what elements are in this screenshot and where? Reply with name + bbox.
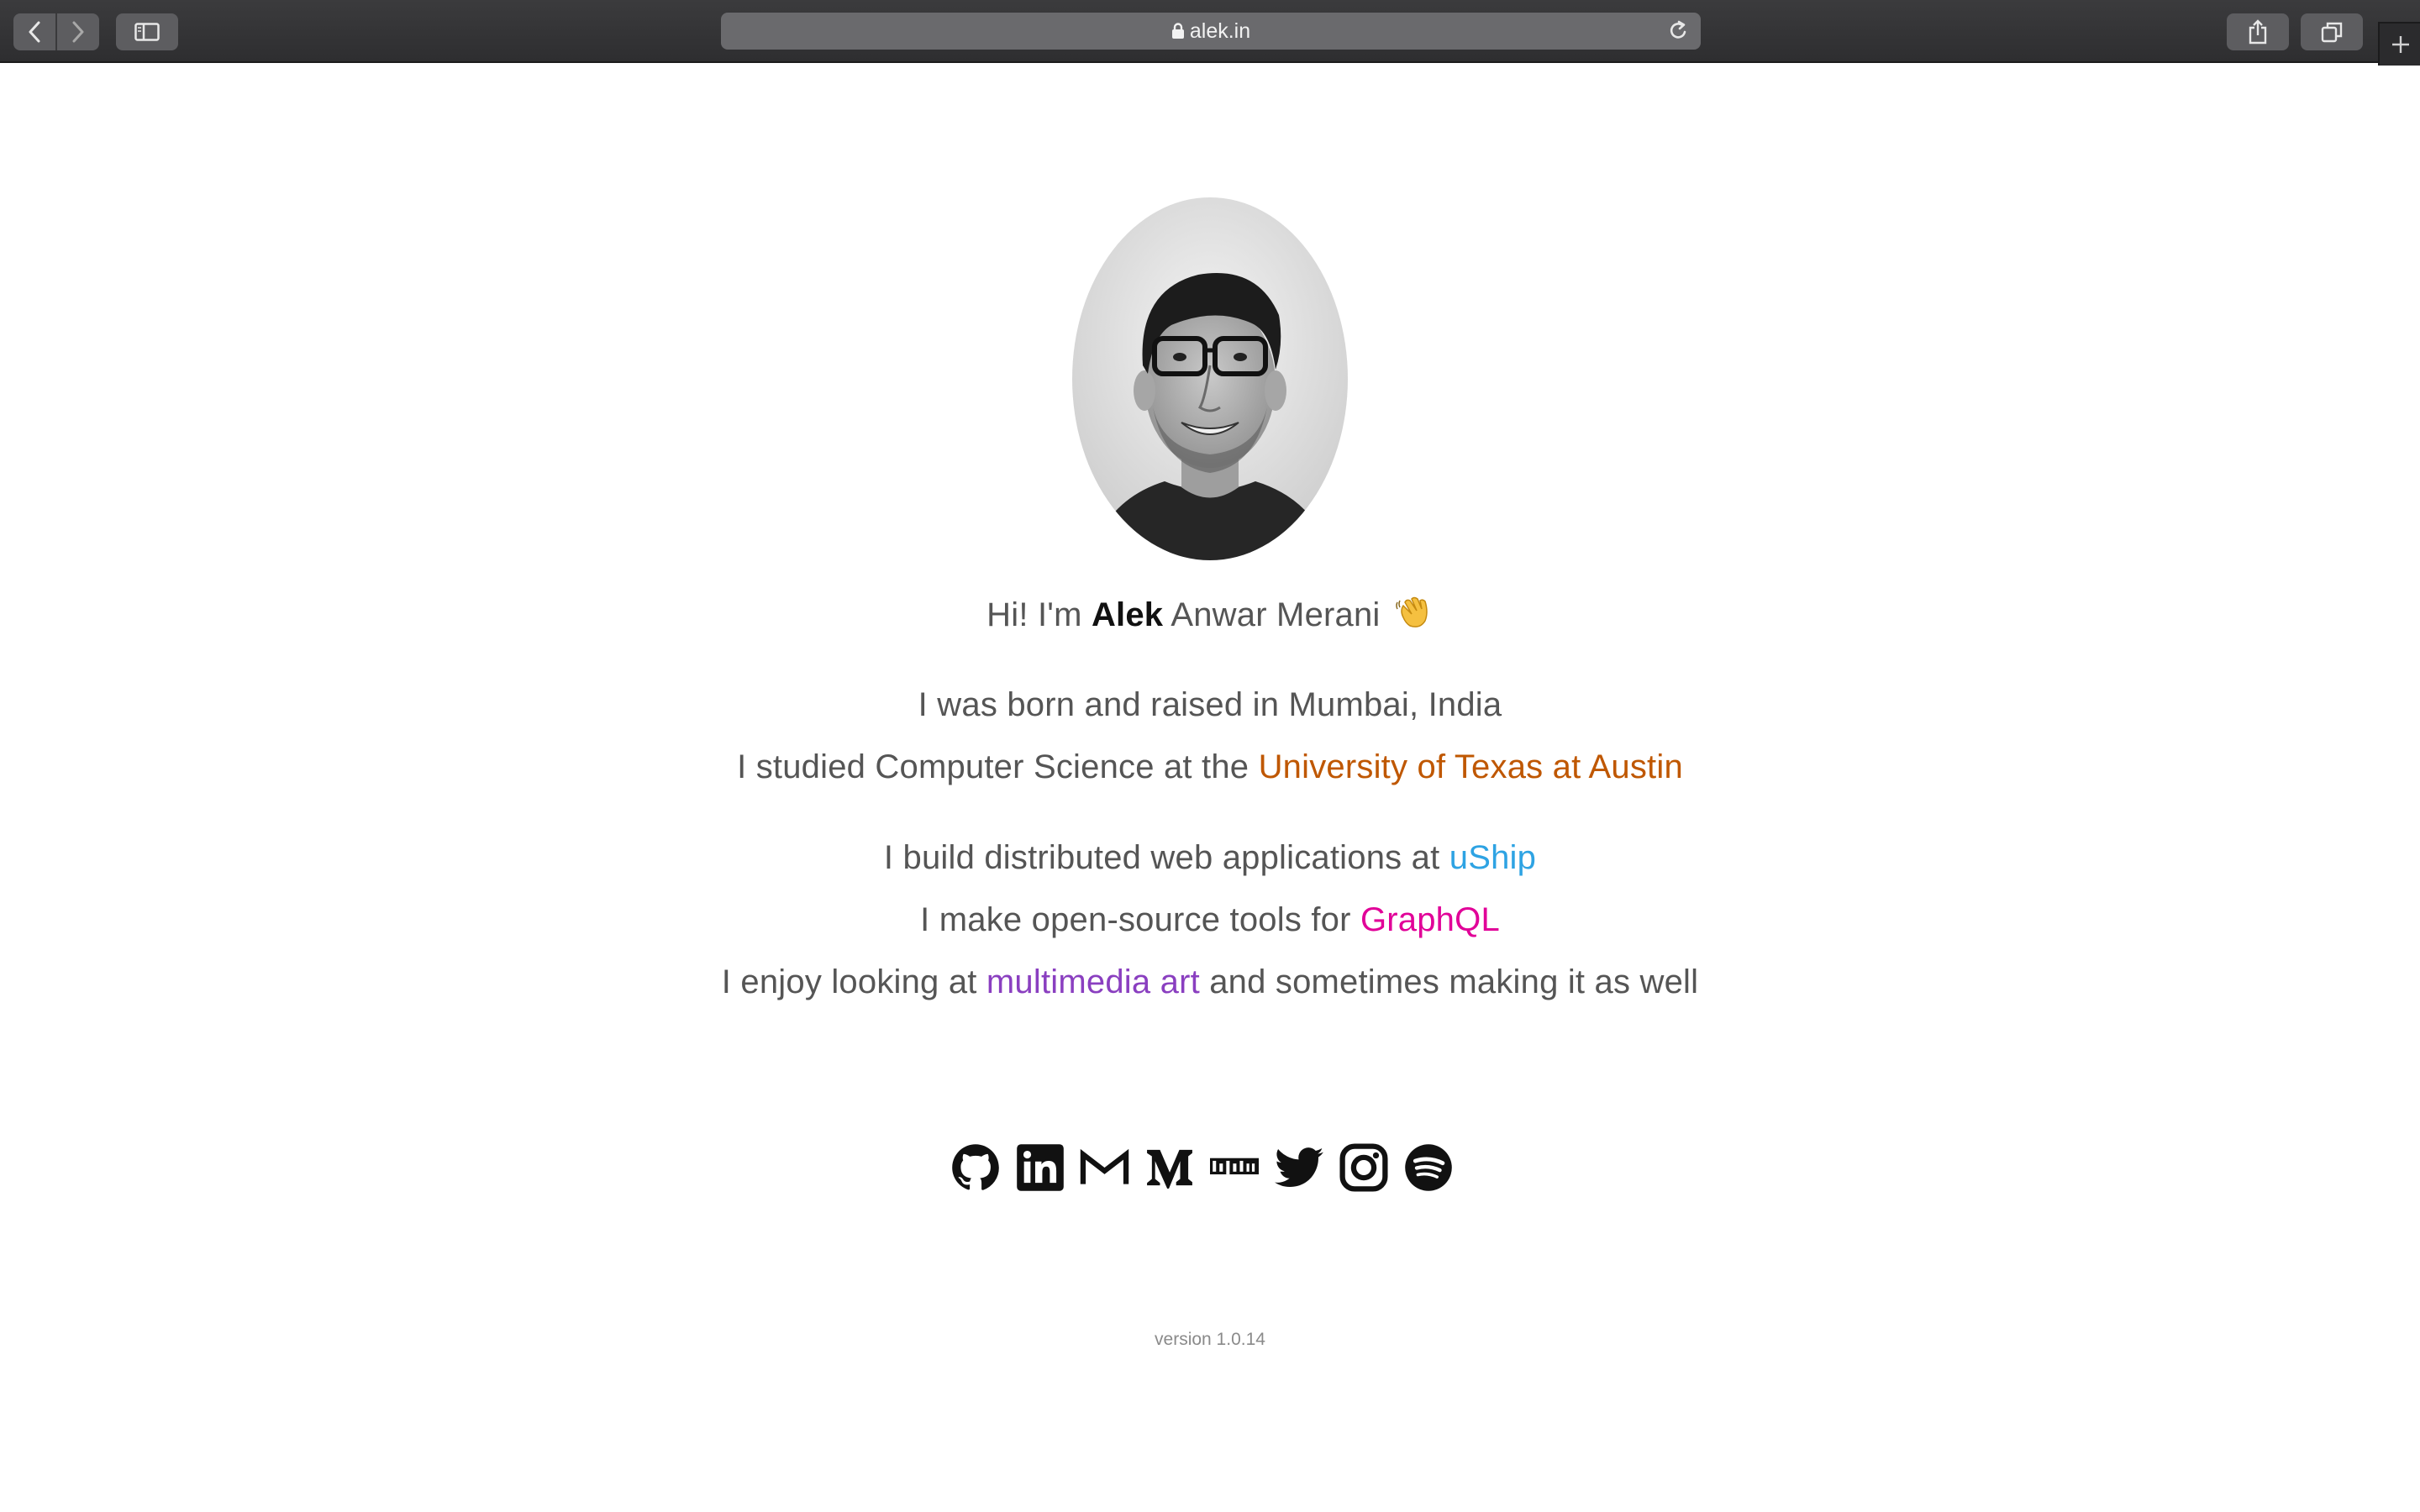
sidebar-icon <box>134 23 160 41</box>
linkedin-icon <box>1016 1144 1064 1191</box>
work-prefix: I build distributed web applications at <box>883 839 1440 876</box>
spotify-icon <box>1404 1144 1452 1191</box>
art-suffix: and sometimes making it as well <box>1209 963 1699 1000</box>
bio-line-art: I enjoy looking at multimedia art and so… <box>0 963 2420 1001</box>
gmail-icon <box>1080 1148 1129 1184</box>
bio-line-hometown: I was born and raised in Mumbai, India <box>0 686 2420 724</box>
share-button[interactable] <box>2227 13 2289 50</box>
medium-icon <box>1146 1149 1192 1189</box>
github-link[interactable] <box>950 1143 1000 1193</box>
greeting-prefix: Hi! I'm <box>986 596 1082 633</box>
spotify-link[interactable] <box>1403 1143 1453 1193</box>
waving-hand-icon <box>1396 596 1428 627</box>
avatar <box>1072 197 1348 560</box>
twitter-icon <box>1274 1147 1323 1187</box>
uship-link[interactable]: uShip <box>1449 839 1536 876</box>
version-label: version 1.0.14 <box>1155 1330 1265 1349</box>
sidebar-button[interactable] <box>116 13 178 50</box>
tabs-icon <box>2321 22 2343 43</box>
address-bar[interactable]: alek.in <box>721 13 1701 50</box>
npm-icon <box>1209 1158 1259 1175</box>
graphql-link[interactable]: GraphQL <box>1360 901 1500 938</box>
last-names: Anwar Merani <box>1171 596 1381 633</box>
opensource-prefix: I make open-source tools for <box>920 901 1351 938</box>
url-text: alek.in <box>1189 18 1251 43</box>
medium-link[interactable] <box>1144 1143 1194 1193</box>
plus-icon <box>2392 36 2409 53</box>
education-prefix: I studied Computer Science at the <box>737 748 1249 785</box>
social-links <box>950 1138 1454 1197</box>
nav-buttons <box>13 13 99 50</box>
chevron-left-icon <box>29 21 40 43</box>
chevron-right-icon <box>72 21 84 43</box>
bio-line-education: I studied Computer Science at the Univer… <box>0 748 2420 786</box>
share-icon <box>2249 19 2267 45</box>
bio-line-opensource: I make open-source tools for GraphQL <box>0 901 2420 939</box>
forward-button[interactable] <box>57 13 99 50</box>
instagram-icon <box>1339 1143 1388 1192</box>
browser-toolbar: alek.in <box>0 0 2420 66</box>
github-icon <box>951 1144 999 1190</box>
art-prefix: I enjoy looking at <box>721 963 977 1000</box>
greeting: Hi! I'm Alek Anwar Merani <box>0 592 2420 634</box>
gmail-link[interactable] <box>1080 1143 1129 1193</box>
new-tab-button[interactable] <box>2378 22 2420 66</box>
reload-icon <box>1670 20 1686 39</box>
back-button[interactable] <box>13 13 55 50</box>
npm-link[interactable] <box>1209 1143 1259 1193</box>
linkedin-link[interactable] <box>1015 1143 1065 1193</box>
lock-icon <box>1171 23 1184 39</box>
bio-line-work: I build distributed web applications at … <box>0 839 2420 877</box>
instagram-link[interactable] <box>1339 1143 1388 1193</box>
reload-button[interactable] <box>1667 19 1689 46</box>
tab-overview-button[interactable] <box>2301 13 2363 50</box>
first-name: Alek <box>1091 596 1164 633</box>
hometown-text: I was born and raised in Mumbai, India <box>918 686 1502 723</box>
multimedia-art-link[interactable]: multimedia art <box>986 963 1200 1000</box>
twitter-link[interactable] <box>1274 1143 1323 1193</box>
page-content: Hi! I'm Alek Anwar Merani I was born and… <box>0 63 2420 1512</box>
utexas-link[interactable]: University of Texas at Austin <box>1259 748 1683 785</box>
